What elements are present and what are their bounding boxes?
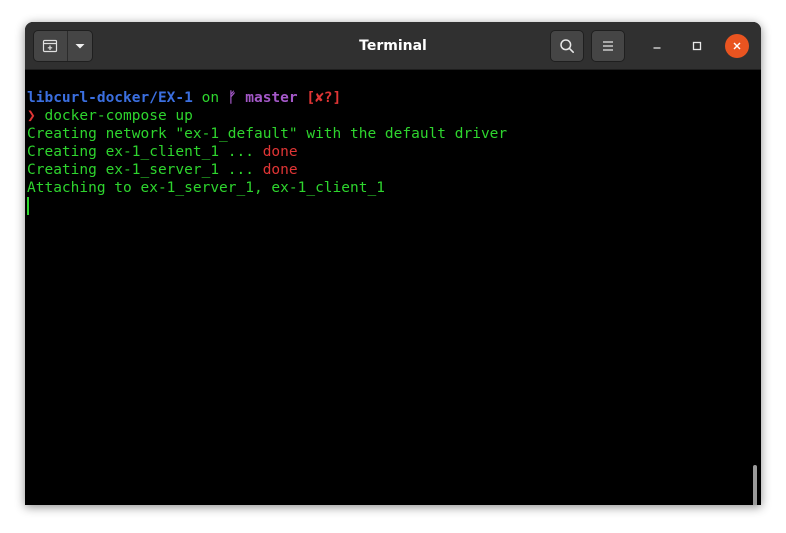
terminal-window: Terminal libcurl-docker/EX-1 on ᚠ master… xyxy=(25,22,761,505)
output-text: Attaching to ex-1_server_1, ex-1_client_… xyxy=(27,180,385,196)
new-tab-button-group xyxy=(33,30,93,62)
output-status: done xyxy=(262,162,298,178)
cursor-line xyxy=(27,197,761,215)
output-status: done xyxy=(262,144,298,160)
scrollbar-thumb[interactable] xyxy=(753,465,757,505)
prompt-path: libcurl-docker/EX-1 xyxy=(27,90,193,106)
maximize-button[interactable] xyxy=(685,34,709,58)
chevron-down-icon xyxy=(75,44,85,49)
header-bar: Terminal xyxy=(25,22,761,70)
prompt-on: on xyxy=(192,90,228,106)
search-button[interactable] xyxy=(550,30,584,62)
output-text: Creating ex-1_client_1 ... xyxy=(27,144,263,160)
search-icon xyxy=(560,39,574,53)
tab-dropdown-button[interactable] xyxy=(68,31,92,61)
output-text: Creating ex-1_server_1 ... xyxy=(27,162,263,178)
git-branch-icon: ᚠ xyxy=(227,90,237,106)
prompt-symbol: ❯ xyxy=(27,108,36,124)
git-status: [✘?] xyxy=(297,90,342,106)
menu-button[interactable] xyxy=(591,30,625,62)
new-tab-icon xyxy=(43,39,58,53)
command-text: docker-compose up xyxy=(35,108,193,124)
close-button[interactable] xyxy=(725,34,749,58)
text-cursor xyxy=(27,197,29,215)
close-icon xyxy=(733,42,741,50)
output-text: Creating network "ex-1_default" with the… xyxy=(27,126,508,142)
hamburger-menu-icon xyxy=(603,41,613,51)
new-tab-button[interactable] xyxy=(34,31,68,61)
output-line: Attaching to ex-1_server_1, ex-1_client_… xyxy=(27,179,761,197)
minimize-button[interactable] xyxy=(645,34,669,58)
output-line: Creating ex-1_client_1 ... done xyxy=(27,143,761,161)
minimize-icon xyxy=(653,47,661,49)
git-branch-name: master xyxy=(236,90,298,106)
maximize-icon xyxy=(692,41,702,51)
command-line: ❯ docker-compose up xyxy=(27,107,761,125)
terminal-output[interactable]: libcurl-docker/EX-1 on ᚠ master [✘?] ❯ d… xyxy=(25,70,761,505)
prompt-line: libcurl-docker/EX-1 on ᚠ master [✘?] xyxy=(27,89,761,107)
output-line: Creating ex-1_server_1 ... done xyxy=(27,161,761,179)
output-line: Creating network "ex-1_default" with the… xyxy=(27,125,761,143)
